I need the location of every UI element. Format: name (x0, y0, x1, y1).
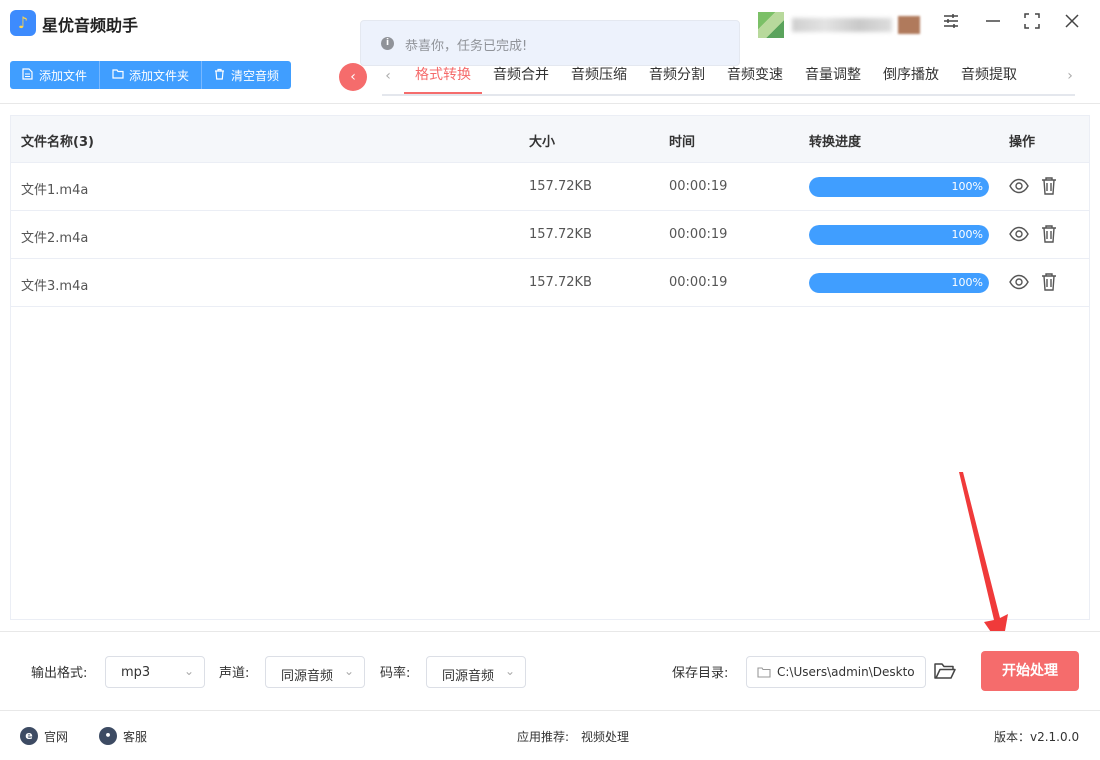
table-row[interactable]: 文件2.m4a 157.72KB 00:00:19 100% (11, 211, 1089, 259)
file-size: 157.72KB (529, 227, 592, 242)
output-format-value: mp3 (121, 665, 151, 680)
customer-service-link[interactable]: • 客服 (99, 727, 147, 745)
feature-tabs: 格式转换 音频合并 音频压缩 音频分割 音频变速 音量调整 倒序播放 音频提取 (404, 56, 1028, 96)
chat-bubble-icon: • (99, 727, 117, 745)
annotation-arrow (959, 472, 1008, 648)
recommend-label: 应用推荐: (517, 730, 570, 744)
clear-audio-button[interactable]: 清空音频 (202, 61, 292, 89)
close-icon[interactable] (1061, 12, 1083, 34)
app-window: ♪ 星优音频助手 i 恭喜你，任务已完成! 添加文件 添加文件夹 清空音频 ‹ … (0, 0, 1100, 760)
table-header: 文件名称(3) 大小 时间 转换进度 操作 (11, 116, 1089, 163)
conversion-progress-bar: 100% (809, 273, 989, 293)
col-header-actions: 操作 (1009, 135, 1036, 150)
preview-eye-icon[interactable] (1008, 223, 1030, 245)
file-name: 文件3.m4a (21, 279, 89, 294)
save-dir-input[interactable]: C:\Users\admin\Deskto (746, 656, 926, 688)
file-duration: 00:00:19 (669, 227, 728, 242)
save-dir-label: 保存目录: (672, 666, 729, 681)
bitrate-value: 同源音频 (442, 669, 495, 684)
tabs-divider (382, 94, 1075, 96)
avatar[interactable] (758, 12, 784, 38)
tab-format-convert[interactable]: 格式转换 (404, 56, 482, 94)
clear-audio-label: 清空音频 (231, 68, 280, 83)
save-dir-value: C:\Users\admin\Deskto (777, 665, 915, 679)
output-format-select[interactable]: mp3 ⌄ (105, 656, 205, 688)
progress-label: 100% (951, 276, 983, 289)
file-name: 文件1.m4a (21, 183, 89, 198)
file-duration: 00:00:19 (669, 275, 728, 290)
tabs-prev-icon[interactable]: ‹ (380, 66, 396, 86)
app-logo-icon: ♪ (10, 10, 36, 36)
open-folder-icon[interactable] (933, 660, 957, 682)
chevron-down-icon: ⌄ (343, 664, 354, 678)
channel-label: 声道: (219, 666, 250, 681)
table-row[interactable]: 文件1.m4a 157.72KB 00:00:19 100% (11, 163, 1089, 211)
file-size: 157.72KB (529, 275, 592, 290)
trash-small-icon (214, 68, 226, 83)
bitrate-label: 码率: (380, 666, 411, 681)
col-header-size: 大小 (529, 135, 556, 150)
chevron-down-icon: ⌄ (504, 664, 515, 678)
progress-label: 100% (951, 180, 983, 193)
col-header-progress: 转换进度 (809, 135, 862, 150)
add-file-label: 添加文件 (39, 68, 88, 83)
tabs-next-icon[interactable]: › (1062, 66, 1078, 86)
recommend-video-link[interactable]: 视频处理 (581, 728, 629, 745)
file-name: 文件2.m4a (21, 231, 89, 246)
tab-audio-compress[interactable]: 音频压缩 (560, 56, 638, 94)
header-divider (0, 103, 1100, 104)
user-account[interactable] (758, 12, 920, 38)
tab-reverse-play[interactable]: 倒序播放 (872, 56, 950, 94)
info-icon: i (381, 37, 394, 50)
bitrate-select[interactable]: 同源音频 ⌄ (426, 656, 526, 688)
maximize-icon[interactable] (1021, 12, 1043, 34)
footer: e 官网 • 客服 应用推荐: 视频处理 版本：v2.1.0.0 (0, 712, 1100, 760)
tab-volume-adjust[interactable]: 音量调整 (794, 56, 872, 94)
folder-icon (112, 68, 124, 82)
tab-audio-merge[interactable]: 音频合并 (482, 56, 560, 94)
ie-browser-icon: e (20, 727, 38, 745)
conversion-progress-bar: 100% (809, 177, 989, 197)
tab-audio-split[interactable]: 音频分割 (638, 56, 716, 94)
tab-audio-speed[interactable]: 音频变速 (716, 56, 794, 94)
website-label: 官网 (44, 729, 69, 744)
file-icon (22, 67, 34, 83)
delete-trash-icon[interactable] (1038, 223, 1060, 245)
support-label: 客服 (123, 729, 148, 744)
toast-message: 恭喜你，任务已完成! (405, 39, 528, 54)
channel-select[interactable]: 同源音频 ⌄ (265, 656, 365, 688)
channel-value: 同源音频 (281, 669, 334, 684)
username-blurred (792, 18, 892, 32)
settings-sliders-icon[interactable] (940, 12, 962, 34)
add-file-button[interactable]: 添加文件 (10, 61, 101, 89)
add-folder-label: 添加文件夹 (129, 68, 190, 83)
version-label: 版本：v2.1.0.0 (994, 730, 1080, 744)
app-title: 星优音频助手 (42, 16, 139, 35)
preview-eye-icon[interactable] (1008, 175, 1030, 197)
progress-label: 100% (951, 228, 983, 241)
col-header-name: 文件名称(3) (21, 135, 94, 150)
folder-outline-icon (757, 665, 771, 679)
file-table: 文件名称(3) 大小 时间 转换进度 操作 文件1.m4a 157.72KB 0… (10, 115, 1090, 620)
file-size: 157.72KB (529, 179, 592, 194)
add-folder-button[interactable]: 添加文件夹 (100, 61, 203, 89)
collapse-panel-button[interactable]: ‹ (339, 63, 367, 91)
official-website-link[interactable]: e 官网 (20, 727, 68, 745)
output-format-label: 输出格式: (31, 666, 88, 681)
file-duration: 00:00:19 (669, 179, 728, 194)
output-settings-bar: 输出格式: mp3 ⌄ 声道: 同源音频 ⌄ 码率: 同源音频 ⌄ 保存目录: … (0, 631, 1100, 711)
start-processing-button[interactable]: 开始处理 (981, 651, 1079, 691)
tab-audio-extract[interactable]: 音频提取 (950, 56, 1028, 94)
delete-trash-icon[interactable] (1038, 271, 1060, 293)
conversion-progress-bar: 100% (809, 225, 989, 245)
file-toolbar: 添加文件 添加文件夹 清空音频 (10, 61, 292, 89)
table-row[interactable]: 文件3.m4a 157.72KB 00:00:19 100% (11, 259, 1089, 307)
preview-eye-icon[interactable] (1008, 271, 1030, 293)
user-badge-blurred (898, 16, 920, 34)
chevron-down-icon: ⌄ (183, 664, 194, 678)
minimize-icon[interactable] (982, 12, 1004, 34)
col-header-time: 时间 (669, 135, 696, 150)
delete-trash-icon[interactable] (1038, 175, 1060, 197)
